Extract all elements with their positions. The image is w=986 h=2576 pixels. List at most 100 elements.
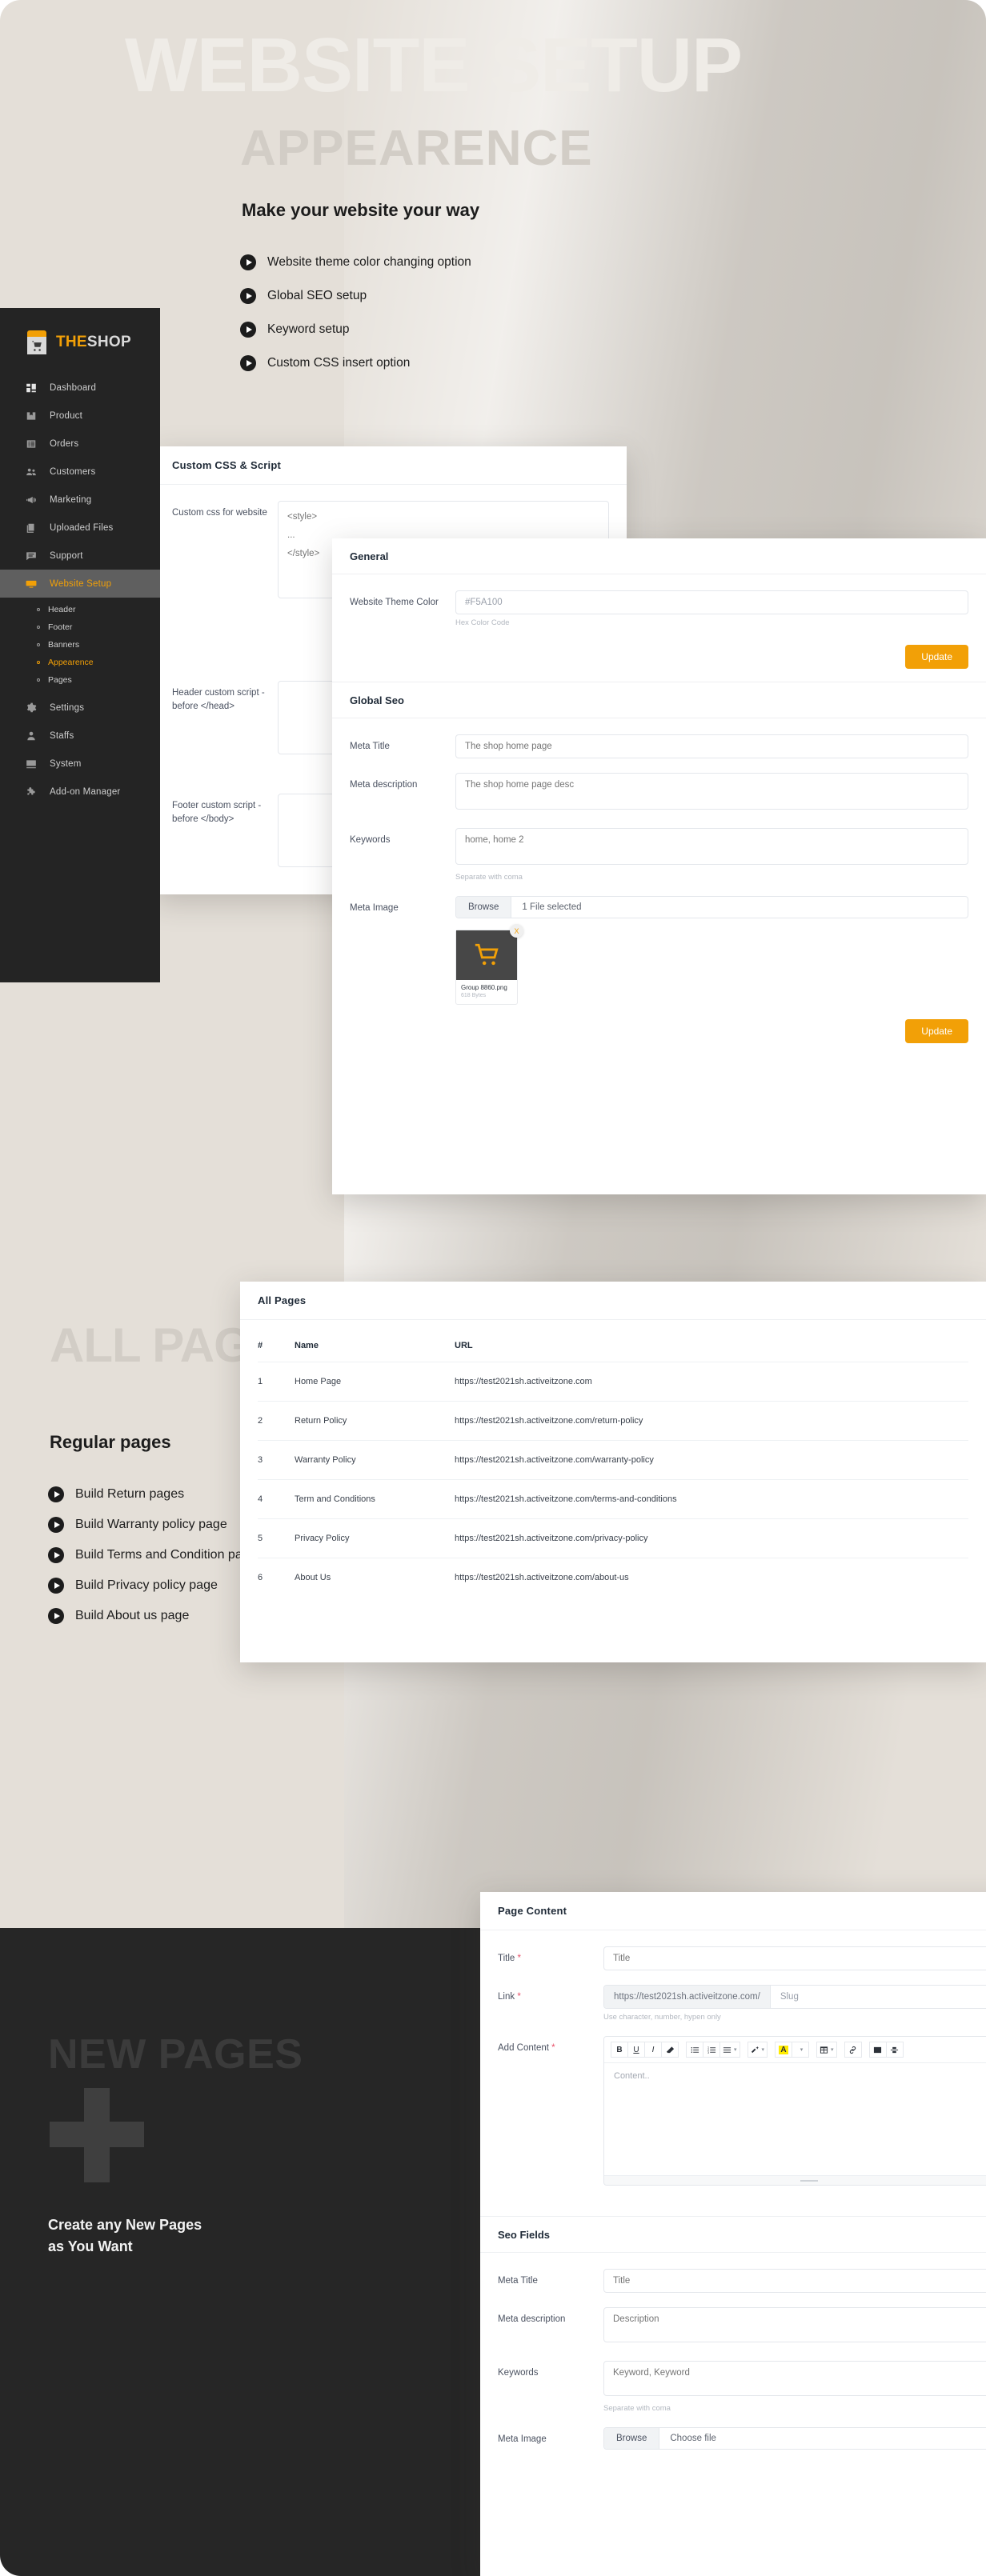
form-row-title: Title * <box>498 1946 986 1970</box>
italic-icon[interactable]: I <box>644 2042 662 2058</box>
field-label: Keywords <box>350 835 391 845</box>
table-icon[interactable]: ▾ <box>816 2042 837 2058</box>
poster-page: WEBSITE SETUP APPEARENCE Make your websi… <box>0 0 986 2576</box>
remove-file-icon[interactable]: X <box>510 924 523 938</box>
bullet-list-icon[interactable] <box>686 2042 703 2058</box>
cell-name: Return Policy <box>295 1401 455 1441</box>
page-title-input[interactable] <box>603 1946 986 1970</box>
link-icon[interactable] <box>844 2042 862 2058</box>
feature-label: Build Warranty policy page <box>75 1518 227 1531</box>
field-label: Meta Image <box>350 903 399 913</box>
general-update-button[interactable]: Update <box>905 645 968 669</box>
sidebar-item-support[interactable]: Support <box>0 542 160 570</box>
meta-title-input[interactable] <box>455 734 968 758</box>
list-item: Build Warranty policy page <box>48 1517 257 1533</box>
bold-icon[interactable]: B <box>611 2042 628 2058</box>
ghost-title-website-setup: WEBSITE SETUP <box>125 22 743 108</box>
numbered-list-icon[interactable]: 123 <box>703 2042 720 2058</box>
cell-url: https://test2021sh.activeitzone.com/abou… <box>455 1558 968 1597</box>
field-label: Footer custom script - before </body> <box>172 801 262 824</box>
underline-icon[interactable]: U <box>627 2042 645 2058</box>
sidebar-item-footer[interactable]: Footer <box>0 618 160 636</box>
sidebar-subitem-label: Footer <box>48 622 73 632</box>
sidebar-item-website-setup[interactable]: Website Setup <box>0 570 160 598</box>
sidebar-subitem-label: Header <box>48 605 76 614</box>
sidebar: THESHOP Dashboard Product Orders Custome… <box>0 308 160 982</box>
table-row[interactable]: 4 Term and Conditions https://test2021sh… <box>258 1479 968 1519</box>
choose-file-text: Choose file <box>670 2434 716 2443</box>
sidebar-item-dashboard[interactable]: Dashboard <box>0 374 160 402</box>
regular-pages-list: Build Return pages Build Warranty policy… <box>48 1486 257 1638</box>
cell-url: https://test2021sh.activeitzone.com/warr… <box>455 1440 968 1480</box>
play-circle-icon <box>240 254 256 270</box>
browse-button[interactable]: Browse <box>456 897 512 918</box>
sidebar-subnav: Header Footer Banners Appearence Pages <box>0 598 160 694</box>
sidebar-item-uploaded-files[interactable]: Uploaded Files <box>0 514 160 542</box>
form-row-meta-title: Meta Title <box>350 734 968 758</box>
sidebar-item-pages[interactable]: Pages <box>0 671 160 689</box>
sidebar-item-label: Marketing <box>50 494 92 505</box>
field-label: Meta Image <box>498 2434 547 2444</box>
sidebar-item-marketing[interactable]: Marketing <box>0 486 160 514</box>
seo-meta-description-textarea[interactable] <box>603 2307 986 2342</box>
brand-name: THESHOP <box>56 334 131 351</box>
sidebar-item-header[interactable]: Header <box>0 601 160 618</box>
align-icon[interactable]: ▾ <box>719 2042 740 2058</box>
field-hint: Hex Color Code <box>455 618 510 627</box>
sidebar-item-customers[interactable]: Customers <box>0 458 160 486</box>
keywords-textarea[interactable] <box>455 828 968 865</box>
bullet-dot-icon <box>37 608 40 611</box>
table-row[interactable]: 3 Warranty Policy https://test2021sh.act… <box>258 1440 968 1480</box>
eraser-icon[interactable] <box>661 2042 679 2058</box>
cell-url: https://test2021sh.activeitzone.com/term… <box>455 1479 968 1519</box>
seo-meta-image-filepicker[interactable]: Browse Choose file <box>603 2427 986 2450</box>
table-row[interactable]: 5 Privacy Policy https://test2021sh.acti… <box>258 1518 968 1558</box>
image-icon[interactable] <box>868 2042 887 2058</box>
files-icon <box>26 522 37 534</box>
field-label: Title * <box>498 1946 603 1970</box>
seo-meta-title-input[interactable] <box>603 2269 986 2293</box>
ghost-title-new-pages: NEW PAGES <box>48 2031 303 2078</box>
brand-logo[interactable]: THESHOP <box>0 308 160 354</box>
sidebar-item-system[interactable]: System <box>0 750 160 778</box>
required-marker: * <box>517 1954 521 1963</box>
meta-image-filepicker[interactable]: Browse 1 File selected <box>455 896 968 918</box>
browse-button[interactable]: Browse <box>604 2428 660 2449</box>
sidebar-item-appearence[interactable]: Appearence <box>0 654 160 671</box>
sidebar-item-banners[interactable]: Banners <box>0 636 160 654</box>
text-highlight-icon[interactable]: A <box>775 2042 793 2058</box>
sidebar-item-settings[interactable]: Settings <box>0 694 160 722</box>
field-label-text: Add Content <box>498 2043 549 2053</box>
slug-input[interactable]: Slug <box>771 1986 986 2008</box>
grid-icon <box>26 382 37 394</box>
sidebar-item-staffs[interactable]: Staffs <box>0 722 160 750</box>
table-row[interactable]: 6 About Us https://test2021sh.activeitzo… <box>258 1558 968 1597</box>
sidebar-item-addon-manager[interactable]: Add-on Manager <box>0 778 160 806</box>
editor-resize-handle[interactable] <box>604 2175 986 2185</box>
feature-label: Build About us page <box>75 1609 190 1622</box>
theme-color-input[interactable] <box>455 590 968 614</box>
sidebar-nav: Dashboard Product Orders Customers Marke… <box>0 374 160 806</box>
magic-wand-icon[interactable]: ▾ <box>747 2042 768 2058</box>
sidebar-item-orders[interactable]: Orders <box>0 430 160 458</box>
form-row-meta-description: Meta description <box>350 773 968 814</box>
global-seo-update-button[interactable]: Update <box>905 1019 968 1043</box>
table-header-row: # Name URL <box>258 1341 968 1362</box>
table-row[interactable]: 1 Home Page https://test2021sh.activeitz… <box>258 1362 968 1402</box>
ghost-subtitle-appearence: APPEARENCE <box>240 121 593 176</box>
chat-icon <box>26 550 37 562</box>
seo-keywords-textarea[interactable] <box>603 2361 986 2396</box>
chevron-down-icon[interactable]: ▾ <box>792 2042 810 2058</box>
link-input-group[interactable]: https://test2021sh.activeitzone.com/ Slu… <box>603 1985 986 2009</box>
editor-content-area[interactable]: Content.. <box>604 2063 986 2175</box>
shopping-bag-icon <box>26 330 48 354</box>
page-break-icon[interactable] <box>885 2042 904 2058</box>
form-row-seo-meta-description: Meta description <box>498 2307 986 2346</box>
list-item: Build Privacy policy page <box>48 1578 257 1594</box>
cell-name: Home Page <box>295 1362 455 1402</box>
field-label: Header custom script - before </head> <box>172 688 265 711</box>
meta-description-textarea[interactable] <box>455 773 968 810</box>
play-circle-icon <box>48 1578 64 1594</box>
sidebar-item-product[interactable]: Product <box>0 402 160 430</box>
table-row[interactable]: 2 Return Policy https://test2021sh.activ… <box>258 1401 968 1441</box>
